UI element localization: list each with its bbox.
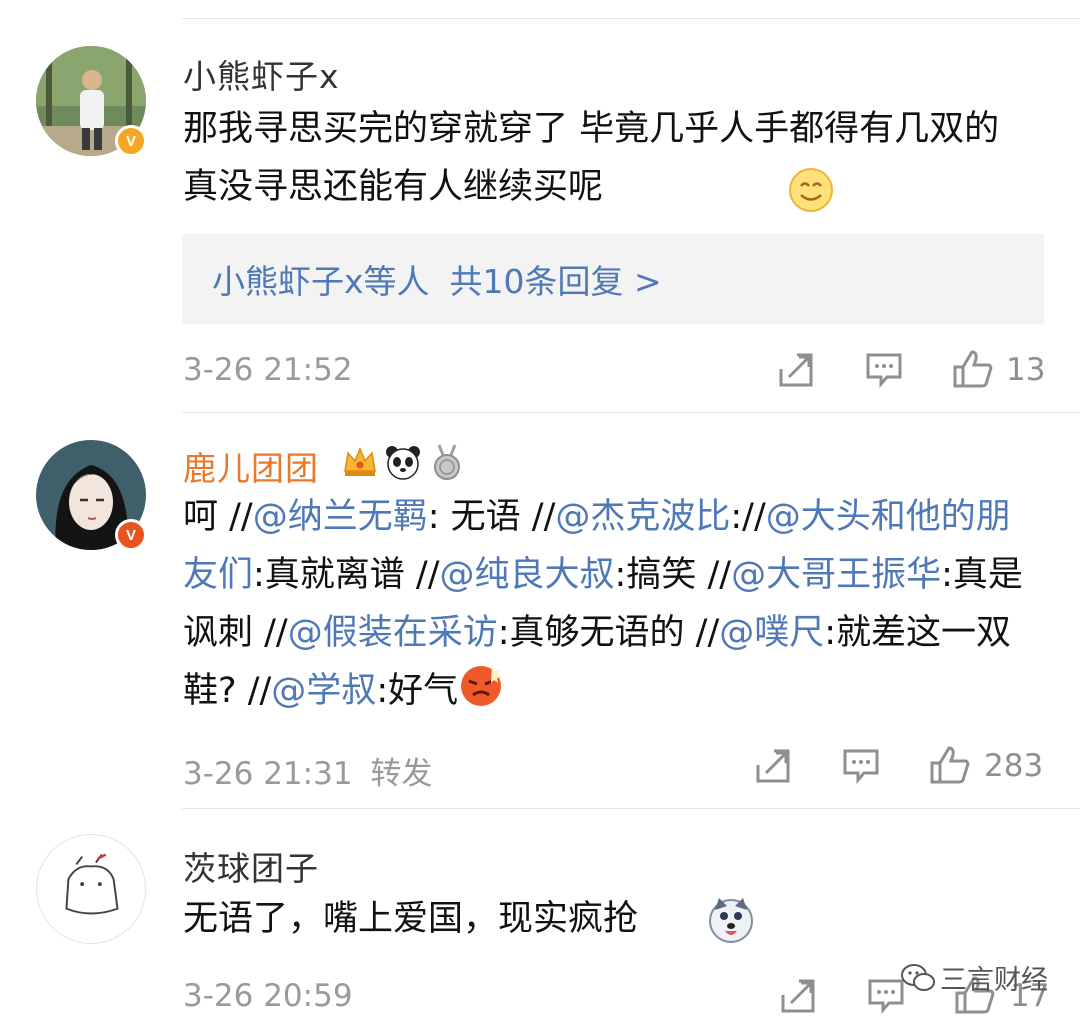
mention-link[interactable]: @假装在采访 [288,613,498,653]
avatar[interactable] [36,834,146,944]
wechat-icon [901,963,935,991]
mention-link[interactable]: @大哥王振华 [731,555,941,595]
share-icon[interactable] [779,977,817,1015]
share-icon[interactable] [754,747,792,785]
comment-text-segment: :真够无语的 // [497,613,720,653]
verified-badge-icon: V [115,519,147,551]
like-count: 283 [984,748,1044,784]
timestamp: 3-26 21:31 [183,756,353,792]
top-divider [182,18,1080,19]
comment-icon[interactable] [842,747,880,785]
avatar[interactable]: V [36,440,147,551]
timestamp: 3-26 21:52 [183,352,353,388]
comment-text: 那我寻思买完的穿就穿了 毕竟几乎人手都得有几双的 真没寻思还能有人继续买呢 [183,109,1035,207]
comment-text-segment: :好气 [376,671,459,711]
avatar[interactable]: V [36,46,147,157]
panda-badge-icon [386,446,420,480]
comment-text-segment: :// [730,497,766,537]
comment-text-segment: 呵 // [183,497,253,537]
reply-count-link[interactable]: 共10条回复 > [450,255,662,303]
verified-badge-icon: V [115,125,147,157]
comment-text-segment: :搞笑 // [614,555,732,595]
comment-text: 呵 //@纳兰无羁: 无语 //@杰克波比://@大头和他的朋友们:真就离谱 /… [183,488,1043,720]
comment-divider [182,412,1080,413]
reply-users[interactable]: 小熊虾子x等人 [212,255,430,303]
comment-text-segment: :真就离谱 // [253,555,440,595]
smile-emoji-icon [789,168,833,212]
reply-summary-box[interactable]: 小熊虾子x等人 共10条回复 > [182,234,1044,324]
mention-link[interactable]: @纯良大叔 [440,555,615,595]
mention-link[interactable]: @噗尺 [719,613,824,653]
comment-text: 无语了，嘴上爱国，现实疯抢 [183,890,1043,948]
watermark: 三言财经 [900,958,1048,997]
angry-emoji-icon [461,666,504,706]
like-count: 13 [1006,352,1046,388]
comment-icon[interactable] [865,351,903,389]
mention-link[interactable]: @纳兰无羁 [253,497,428,537]
avatar-sketch [37,835,145,943]
username[interactable]: 茨球团子 [183,842,319,890]
repost-label[interactable]: 转发 [370,756,432,792]
husky-emoji-icon [709,898,753,943]
comment-divider [182,808,1080,809]
share-icon[interactable] [777,351,815,389]
mention-link[interactable]: @学叔 [271,671,376,711]
watermark-text: 三言财经 [940,965,1048,996]
crown-badge-icon [344,447,376,476]
comment-text-body: 无语了，嘴上爱国，现实疯抢 [183,899,639,939]
medal-badge-icon [434,444,460,480]
like-icon[interactable] [952,349,994,389]
comment-text-segment: : 无语 // [427,497,556,537]
like-icon[interactable] [929,745,971,785]
username[interactable]: 小熊虾子x [183,50,340,98]
username[interactable]: 鹿儿团团 [183,442,319,490]
timestamp-row: 3-26 21:31 转发 [183,748,432,793]
timestamp: 3-26 20:59 [183,978,353,1014]
mention-link[interactable]: @杰克波比 [555,497,730,537]
